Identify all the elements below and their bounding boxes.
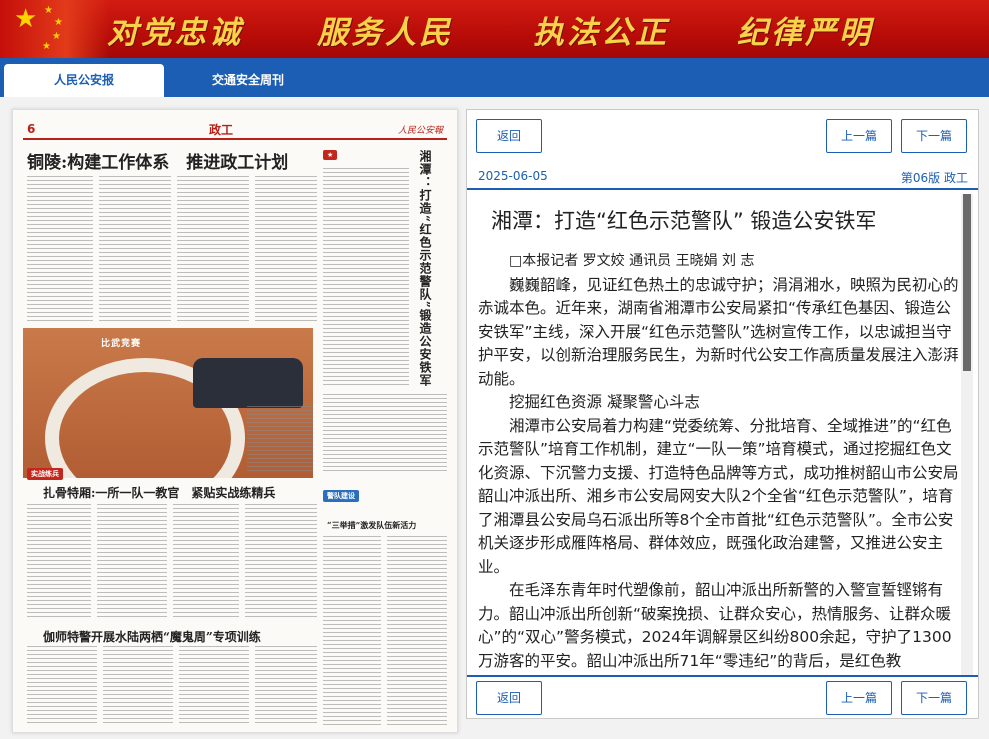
text-column [323,394,447,474]
main-content: 6 政工 人民公安報 铜陵:构建工作体系 推进政工计划 比武竞赛 实战练兵 扎骨… [0,97,989,739]
article-paragraph: 湘潭市公安局着力构建“党委统筹、分批培育、全域推进”的“红色示范警队”培育工作机… [478,416,959,576]
text-column [177,176,249,322]
slogan-bar: 对党忠诚 服务人民 执法公正 纪律严明 [105,8,985,51]
star-icon: ★ [42,41,51,52]
text-column [323,536,381,726]
photo-caption: 比武竞赛 [101,339,142,349]
previous-article-button[interactable]: 上一篇 [826,119,892,153]
newspaper-page-view[interactable]: 6 政工 人民公安報 铜陵:构建工作体系 推进政工计划 比武竞赛 实战练兵 扎骨… [12,109,458,733]
photo-vehicle-shape [193,358,303,408]
text-column [103,646,173,726]
article-edition: 第06版 政工 [900,171,968,185]
divider [467,675,978,677]
scrollbar-thumb[interactable] [963,194,971,371]
article-headline-link[interactable]: 扎骨特厢:一所一队一教官 紧贴实战练精兵 [43,484,275,501]
slogan-text: 纪律严明 [737,14,873,51]
tab-traffic-safety-weekly[interactable]: 交通安全周刊 [168,64,328,97]
article-text: □本报记者 罗文姣 通讯员 王晓娟 刘 志 巍巍韶峰，见证红色热土的忠诚守护；涓… [478,250,959,673]
back-button[interactable]: 返回 [476,681,542,715]
text-column [255,176,317,322]
nav-bar: 人民公安报 交通安全周刊 [0,58,989,97]
article-meta-bar: 2025-06-05 第06版 政工 [467,165,978,190]
page-column-name: 政工 [209,123,234,137]
text-column [27,176,93,322]
previous-article-button[interactable]: 上一篇 [826,681,892,715]
text-column [97,504,167,620]
star-icon: ★ [52,31,61,42]
text-column [323,168,409,388]
featured-article-link[interactable]: 湘潭：打造“红色示范警队”锻造公安铁军 [415,150,435,387]
text-column [27,504,91,620]
page-header: 6 政工 人民公安報 [23,120,447,140]
slogan-text: 服务人民 [317,14,453,51]
text-column [173,504,239,620]
next-article-button[interactable]: 下一篇 [901,119,967,153]
header-banner: ★ ★ ★ ★ ★ 对党忠诚 服务人民 执法公正 纪律严明 [0,0,989,58]
article-headline-link[interactable]: 伽师特警开展水陆两栖“魔鬼周”专项训练 [43,628,261,645]
text-column [179,646,249,726]
next-article-button[interactable]: 下一篇 [901,681,967,715]
section-tag: ★ [323,150,338,160]
article-panel: 返回 上一篇 下一篇 2025-06-05 第06版 政工 湘潭：打造“红色示范… [466,109,979,719]
back-button[interactable]: 返回 [476,119,542,153]
article-headline-link[interactable]: “三举措”激发队伍新活力 [327,520,416,531]
star-icon: ★ [44,5,53,16]
article-paragraph: 在毛泽东青年时代塑像前，韶山冲派出所新警的入警宣誓铿锵有力。韶山冲派出所创新“破… [478,581,952,670]
star-icon: ★ [54,17,63,28]
article-date: 2025-06-05 [478,169,548,183]
slogan-text: 对党忠诚 [107,14,243,51]
article-subheading: 挖掘红色资源 凝聚警心斗志 [509,393,700,411]
slogan-text: 执法公正 [533,14,669,51]
article-paragraph: 巍巍韶峰，见证红色热土的忠诚守护；涓涓湘水，映照为民初心的赤诚本色。近年来，湖南… [478,275,959,388]
article-byline: □本报记者 罗文姣 通讯员 王晓娟 刘 志 [509,253,755,269]
text-column [245,504,317,620]
tab-people-police-daily[interactable]: 人民公安报 [4,64,164,97]
article-body[interactable]: 湘潭：打造“红色示范警队” 锻造公安铁军 □本报记者 罗文姣 通讯员 王晓娟 刘… [467,194,978,675]
text-column [255,646,317,726]
text-column [27,646,97,726]
section-tag: 警队建设 [323,490,359,502]
newspaper-logo: 人民公安報 [397,126,443,136]
article-headline-link[interactable]: 铜陵:构建工作体系 推进政工计划 [27,148,327,173]
page-number: 6 [27,122,36,136]
star-icon: ★ [14,4,38,34]
article-scrollbar[interactable] [961,194,973,675]
article-title: 湘潭：打造“红色示范警队” 锻造公安铁军 [491,209,877,233]
text-column [247,406,313,474]
text-column [387,536,447,726]
text-column [99,176,171,322]
section-tag: 实战练兵 [27,468,63,480]
